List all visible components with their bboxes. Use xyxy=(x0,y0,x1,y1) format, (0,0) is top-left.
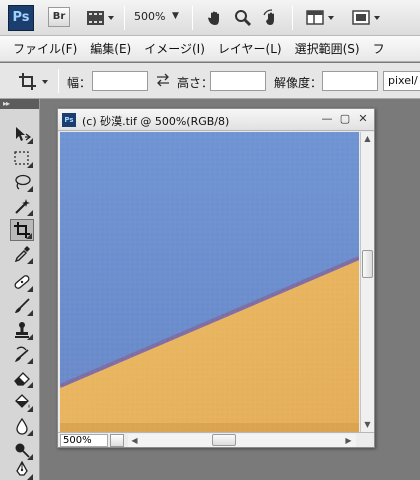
brush-tool[interactable] xyxy=(10,295,34,317)
history-brush-tool[interactable] xyxy=(10,343,34,365)
zoom-tool-button[interactable] xyxy=(232,7,254,29)
view-extras-button[interactable] xyxy=(84,7,118,29)
screen-mode-icon xyxy=(352,10,380,25)
vertical-scroll-thumb[interactable] xyxy=(362,250,373,278)
minimize-icon[interactable]: — xyxy=(320,112,334,126)
paint-bucket-tool[interactable] xyxy=(10,391,34,413)
vertical-scrollbar[interactable]: ▲ ▼ xyxy=(360,132,374,432)
eyedropper-tool[interactable] xyxy=(10,243,34,265)
document-info-button[interactable] xyxy=(110,434,124,447)
swap-dimensions-icon[interactable] xyxy=(155,73,171,90)
photoshop-document-icon: Ps xyxy=(62,113,76,127)
scroll-up-icon[interactable]: ▲ xyxy=(361,132,374,145)
divider xyxy=(192,6,193,30)
horizontal-scrollbar[interactable]: ◀ ▶ xyxy=(128,434,356,447)
crop-tool[interactable] xyxy=(10,219,34,241)
pen-tool[interactable] xyxy=(10,459,34,480)
divider xyxy=(58,69,59,93)
application-bar: Ps Br 500% ▼ xyxy=(0,0,420,36)
menu-image[interactable]: イメージ(I) xyxy=(144,40,205,57)
rotate-view-button[interactable] xyxy=(260,7,282,29)
move-tool[interactable] xyxy=(10,123,34,145)
scroll-down-icon[interactable]: ▼ xyxy=(361,418,374,431)
lasso-tool[interactable] xyxy=(10,171,34,193)
crop-icon xyxy=(19,73,48,90)
resolution-unit-select[interactable]: pixel/ xyxy=(383,71,420,91)
menu-filter[interactable]: フ xyxy=(373,40,385,57)
horizontal-scroll-thumb[interactable] xyxy=(212,434,236,446)
divider xyxy=(124,6,125,30)
hand-tool-button[interactable] xyxy=(204,7,226,29)
dodge-tool[interactable] xyxy=(10,439,34,461)
healing-brush-tool[interactable] xyxy=(10,271,34,293)
width-label: 幅： xyxy=(67,76,92,90)
height-field[interactable] xyxy=(210,71,266,91)
tool-preset-picker[interactable] xyxy=(18,71,54,93)
maximize-icon[interactable]: ▢ xyxy=(338,112,352,126)
marquee-tool[interactable] xyxy=(10,147,34,169)
arrange-documents-icon xyxy=(306,10,334,25)
resolution-label: 解像度： xyxy=(274,76,323,90)
chevron-down-icon[interactable]: ▼ xyxy=(172,11,179,21)
close-icon[interactable]: ✕ xyxy=(356,112,370,126)
menu-layer[interactable]: レイヤー(L) xyxy=(218,40,282,57)
zoom-level-select[interactable]: 500% xyxy=(134,10,165,23)
desert-image xyxy=(60,132,359,432)
width-field[interactable] xyxy=(92,71,148,91)
zoom-icon xyxy=(235,10,252,27)
launch-bridge-button[interactable]: Br xyxy=(48,7,70,27)
scroll-right-icon[interactable]: ▶ xyxy=(342,434,355,447)
eraser-tool[interactable] xyxy=(10,367,34,389)
menu-edit[interactable]: 編集(E) xyxy=(90,40,131,57)
arrange-documents-button[interactable] xyxy=(304,7,340,29)
hand-icon xyxy=(208,11,219,25)
resolution-field[interactable] xyxy=(322,71,378,91)
rotate-view-icon xyxy=(263,9,274,25)
image-canvas[interactable] xyxy=(60,132,359,432)
tools-panel: ▸▸ xyxy=(0,99,40,480)
document-status-bar: 500% ◀ ▶ xyxy=(58,432,374,447)
divider xyxy=(292,6,293,30)
film-icon xyxy=(87,11,114,25)
document-window[interactable]: Ps (c) 砂漠.tif @ 500%(RGB/8) — ▢ ✕ ▲ ▼ 50… xyxy=(57,108,375,448)
menu-bar: ファイル(F) 編集(E) イメージ(I) レイヤー(L) 選択範囲(S) フ xyxy=(0,36,420,62)
menu-select[interactable]: 選択範囲(S) xyxy=(295,40,360,57)
blur-tool[interactable] xyxy=(10,415,34,437)
menu-file[interactable]: ファイル(F) xyxy=(13,40,77,57)
document-title: (c) 砂漠.tif @ 500%(RGB/8) xyxy=(82,115,230,128)
document-title-bar[interactable]: Ps (c) 砂漠.tif @ 500%(RGB/8) — ▢ ✕ xyxy=(58,109,374,131)
screen-mode-button[interactable] xyxy=(350,7,386,29)
scroll-left-icon[interactable]: ◀ xyxy=(128,434,141,447)
height-label: 高さ： xyxy=(177,76,214,90)
photoshop-logo: Ps xyxy=(8,5,34,31)
zoom-percent-field[interactable]: 500% xyxy=(60,434,108,447)
quick-select-tool[interactable] xyxy=(10,195,34,217)
panel-collapse-icon[interactable]: ▸▸ xyxy=(0,99,39,109)
clone-stamp-tool[interactable] xyxy=(10,319,34,341)
options-bar: 幅： 高さ： 解像度： pixel/ xyxy=(0,63,420,99)
